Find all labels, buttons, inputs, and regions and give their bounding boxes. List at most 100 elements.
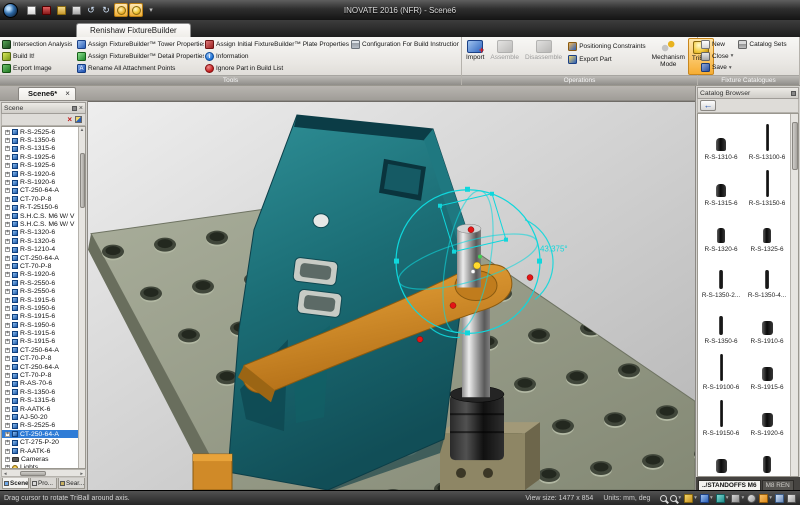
tree-item[interactable]: CT-70-P-8: [2, 195, 78, 203]
render-mode-button[interactable]: ▾: [684, 494, 697, 503]
catalog-item-r-s-1315-6[interactable]: R-S-1315-6: [698, 162, 744, 208]
tree-item[interactable]: R-S-2525-6: [2, 128, 78, 136]
scrollbar-thumb[interactable]: [80, 153, 85, 208]
catalog-vertical-scrollbar[interactable]: [790, 114, 798, 476]
tree-item[interactable]: R-S-1920-6: [2, 178, 78, 186]
tree-item-lights[interactable]: Lights: [2, 464, 78, 468]
positioning-constraints-button[interactable]: Positioning Constraints: [568, 42, 645, 51]
assign-initial-fixturebuilder-plate-properties-button[interactable]: Assign Initial FixtureBuilder™ Plate Pro…: [204, 40, 350, 49]
tree-item[interactable]: R-S-1950-6: [2, 321, 78, 329]
expander-icon[interactable]: [5, 390, 10, 395]
expander-icon[interactable]: [5, 415, 10, 420]
expander-icon[interactable]: [5, 180, 10, 185]
viewport-3d[interactable]: 43.375°: [88, 101, 695, 490]
expander-icon[interactable]: [5, 272, 10, 277]
panel-tab-sear[interactable]: Sear...: [58, 478, 85, 489]
catalog-item-r-s-1350-4[interactable]: R-S-1350-4...: [744, 254, 790, 300]
catalog-item-r-s-1325-6[interactable]: R-S-1325-6: [744, 208, 790, 254]
tree-item[interactable]: CT-250-64-A: [2, 187, 78, 195]
print-button[interactable]: [775, 494, 784, 503]
pointer-button[interactable]: [787, 494, 796, 503]
tree-item[interactable]: R-S-1950-6: [2, 304, 78, 312]
pin-icon[interactable]: [72, 106, 77, 111]
intersection-analysis-button[interactable]: Intersection Analysis: [1, 40, 76, 49]
app-logo-icon[interactable]: [3, 3, 18, 18]
catalog-item-r-s-1310-6[interactable]: R-S-1310-6: [698, 116, 744, 162]
catalog-item-r-s-13150-6[interactable]: R-S-13150-6: [744, 162, 790, 208]
document-tab-scene6[interactable]: Scene6* ×: [18, 87, 76, 100]
tree-item[interactable]: R-S-2525-6: [2, 422, 78, 430]
expander-icon[interactable]: [5, 256, 10, 261]
expander-icon[interactable]: [5, 281, 10, 286]
scene-tree-vertical-scrollbar[interactable]: ▲: [78, 127, 85, 468]
expander-icon[interactable]: [5, 432, 10, 437]
expander-icon[interactable]: [5, 298, 10, 303]
catalog-tab-standoffs-m6[interactable]: ../STANDOFFS M6: [698, 480, 761, 490]
clamp-standoff[interactable]: [450, 386, 504, 460]
zoom-window-button[interactable]: ▾: [670, 495, 681, 502]
clamp-block[interactable]: [193, 454, 232, 490]
expander-icon[interactable]: [5, 331, 10, 336]
expander-icon[interactable]: [5, 306, 10, 311]
tree-item[interactable]: R-AATK-6: [2, 447, 78, 455]
scroll-right-icon[interactable]: ►: [79, 471, 85, 476]
catalog-item-r-s-1350-6[interactable]: R-S-1350-6: [698, 300, 744, 346]
catalog-tab-m8-ren[interactable]: M8 REN: [762, 480, 794, 490]
expander-icon[interactable]: [5, 407, 10, 412]
save-button[interactable]: [39, 3, 53, 17]
catalog-item-r-s-19100-6[interactable]: R-S-19100-6: [698, 346, 744, 392]
expander-icon[interactable]: [5, 373, 10, 378]
expander-icon[interactable]: [5, 423, 10, 428]
tree-item[interactable]: R-S-1350-6: [2, 388, 78, 396]
shading-button[interactable]: ▾: [700, 494, 713, 503]
assign-fixturebuilder-detail-properties-button[interactable]: Assign FixtureBuilder™ Detail Properties: [76, 52, 204, 61]
expander-icon[interactable]: [5, 398, 10, 403]
expander-icon[interactable]: [5, 356, 10, 361]
zoom-button[interactable]: [660, 495, 667, 502]
expander-icon[interactable]: [5, 381, 10, 386]
tree-item[interactable]: R-S-1915-6: [2, 338, 78, 346]
expander-icon[interactable]: [5, 264, 10, 269]
tree-item[interactable]: CT-250-64-A: [2, 254, 78, 262]
dropdown-caret-icon[interactable]: ▾: [769, 495, 772, 501]
scroll-up-icon[interactable]: ▲: [80, 127, 84, 133]
catalog-item-r-s-1920-6[interactable]: R-S-1920-6: [744, 392, 790, 438]
sort-filter-icon[interactable]: [75, 116, 82, 123]
panel-tab-pro[interactable]: Pro...: [30, 478, 57, 489]
dropdown-caret-icon[interactable]: ▾: [731, 53, 734, 59]
tree-item[interactable]: R-T-25150-6: [2, 204, 78, 212]
tree-item[interactable]: R-S-1915-6: [2, 329, 78, 337]
tree-item[interactable]: R-S-1920-6: [2, 271, 78, 279]
sheet-button[interactable]: [69, 3, 83, 17]
catalog-item-r-s-1320-6[interactable]: R-S-1320-6: [698, 208, 744, 254]
scene-tree-horizontal-scrollbar[interactable]: ◄ ►: [1, 469, 86, 477]
tree-item[interactable]: CT-250-64-A: [2, 346, 78, 354]
locating-pin[interactable]: [457, 224, 481, 287]
more-button[interactable]: ▾: [144, 3, 158, 17]
dropdown-caret-icon[interactable]: ▾: [729, 65, 732, 71]
triball-toggle-button[interactable]: [129, 3, 143, 17]
perspective-button[interactable]: [747, 494, 756, 503]
tree-item[interactable]: R-S-2550-6: [2, 279, 78, 287]
export-part-button[interactable]: Export Part: [568, 55, 645, 64]
expander-icon[interactable]: [5, 449, 10, 454]
expander-icon[interactable]: [5, 130, 10, 135]
tree-item[interactable]: R-S-1320-6: [2, 237, 78, 245]
expander-icon[interactable]: [5, 289, 10, 294]
expander-icon[interactable]: [5, 138, 10, 143]
pan-button[interactable]: ▾: [716, 494, 729, 503]
catalog-item-r-s-1925-6[interactable]: R-S-1925-6: [698, 438, 744, 477]
expander-icon[interactable]: [5, 197, 10, 202]
tree-item[interactable]: R-S-1350-6: [2, 136, 78, 144]
assign-fixturebuilder-tower-properties-button[interactable]: Assign FixtureBuilder™ Tower Properties: [76, 40, 204, 49]
tree-item[interactable]: R-S-1315-6: [2, 145, 78, 153]
expander-icon[interactable]: [5, 348, 10, 353]
expander-icon[interactable]: [5, 146, 10, 151]
expander-icon[interactable]: [5, 465, 10, 468]
tree-item[interactable]: CT-70-P-8: [2, 371, 78, 379]
mechanism-mode-button[interactable]: Mechanism Mode: [649, 38, 688, 75]
expander-icon[interactable]: [5, 339, 10, 344]
expander-icon[interactable]: [5, 222, 10, 227]
expander-icon[interactable]: [5, 323, 10, 328]
catalog-item-r-s-1350-2[interactable]: R-S-1350-2...: [698, 254, 744, 300]
